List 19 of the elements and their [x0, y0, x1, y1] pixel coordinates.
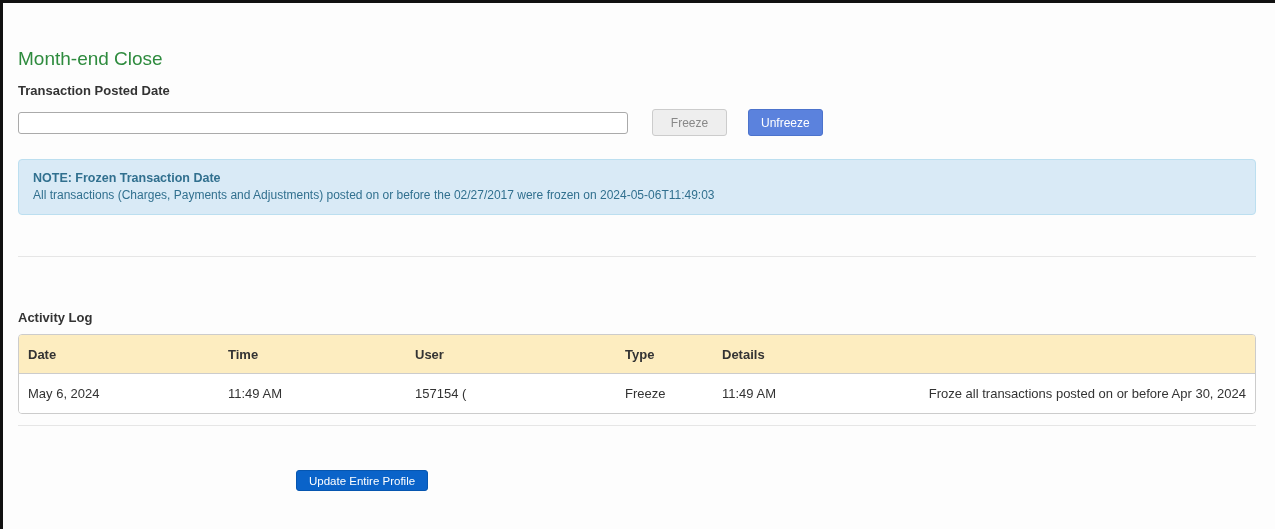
column-header: Type [624, 346, 656, 362]
table-cell-text: 11:49 AM [721, 386, 777, 401]
column-header: User [414, 346, 445, 362]
section-title: Activity Log [18, 310, 94, 325]
update-profile-button[interactable]: Update Entire Profile [296, 470, 429, 491]
table-cell-text: Freeze [624, 386, 667, 401]
note-heading: NOTE: Frozen Transaction Date [33, 171, 222, 185]
column-header: Time [227, 346, 260, 362]
table-cell-text: Froze all transactions posted on or before Apr 30, 2024 [927, 386, 1247, 401]
column-header: Date [27, 346, 58, 362]
unfreeze-button[interactable]: Unfreeze [748, 109, 823, 136]
date-input-field[interactable] [18, 111, 628, 134]
column-header: Details [721, 346, 766, 362]
table-cell-text: 157154 ( [414, 386, 468, 401]
table-cell-text: May 6, 2024 [27, 386, 101, 401]
field-label: Transaction Posted Date [18, 83, 171, 98]
note-text: All transactions (Charges, Payments and Adjustments) posted on or before the 02/27/2017 were frozen on 2024-05-06T11:49:03 [33, 188, 716, 202]
table-cell-text: 11:49 AM [227, 386, 283, 401]
page-title: Month-end Close [18, 47, 164, 71]
